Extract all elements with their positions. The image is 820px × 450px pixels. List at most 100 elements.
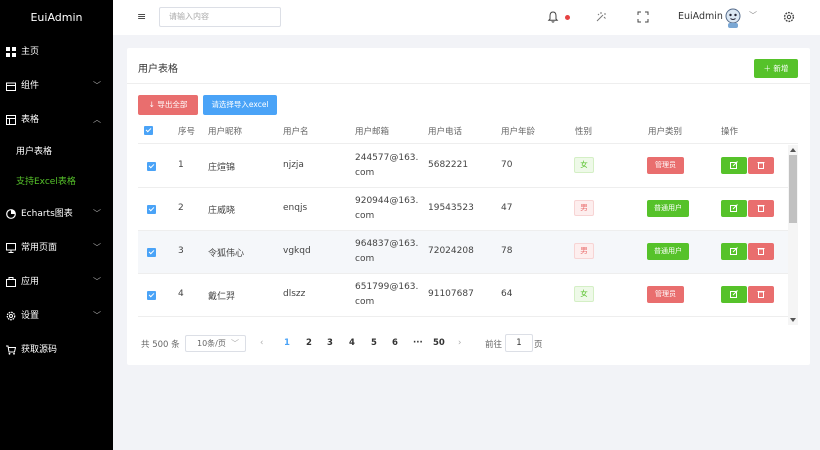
gender-tag: 男 [574,200,594,216]
row-checkbox[interactable] [147,162,156,171]
scroll-thumb[interactable] [789,155,797,223]
bell-icon[interactable] [547,11,559,23]
chevron-down-icon: ﹀ [93,311,101,320]
column-header: 用户类别 [648,127,683,137]
page-2[interactable]: 2 [306,338,312,348]
page-6[interactable]: 6 [392,338,398,348]
sidebar-item-echarts[interactable]: Echarts图表 ﹀ [0,197,113,231]
pagination-total: 共 500 条 [141,340,180,350]
page-4[interactable]: 4 [349,338,355,348]
scroll-up-icon[interactable] [790,148,796,152]
edit-button[interactable] [721,200,747,217]
divider [127,83,810,84]
sidebar-subitem-user-table[interactable]: 用户表格 [0,137,113,167]
edit-button[interactable] [721,243,747,260]
fullscreen-icon[interactable] [637,11,649,23]
sidebar-item-label: 主页 [21,47,40,57]
sidebar-item-tables[interactable]: 表格 ︿ [0,103,113,137]
table-row[interactable]: 2 庄威晓 enqjs 920944@163.com 19543523 47 男… [138,188,788,231]
sidebar-item-settings[interactable]: 设置 ﹀ [0,299,113,333]
search-input[interactable]: 请输入内容 [159,7,281,27]
sidebar-item-home[interactable]: 主页 [0,35,113,69]
row-checkbox[interactable] [147,205,156,214]
cell-age: 70 [501,160,513,170]
sidebar-item-label: 组件 [21,81,40,91]
cell-no: 1 [178,160,184,170]
cell-age: 78 [501,246,513,256]
sidebar: EuiAdmin 主页 组件 ﹀ 表格 ︿ 用户表格 支持Excel表格 Ech… [0,0,113,450]
hamburger-icon[interactable]: ≡ [137,10,146,23]
chevron-down-icon: ﹀ [93,277,101,286]
page-5[interactable]: 5 [371,338,377,348]
sidebar-item-label: 获取源码 [21,345,58,355]
column-header: 用户电话 [428,127,463,137]
notification-dot [565,15,570,20]
delete-button[interactable] [748,200,774,217]
user-type-button[interactable]: 普通用户 [647,200,689,217]
column-header: 操作 [721,127,739,137]
gear-icon[interactable] [783,11,795,23]
avatar[interactable] [724,7,742,29]
delete-button[interactable] [748,157,774,174]
edit-button[interactable] [721,286,747,303]
chevron-down-icon[interactable]: ﹀ [749,10,757,21]
prev-page-icon[interactable]: ‹ [260,338,263,348]
app-icon [6,277,16,287]
table-row[interactable]: 4 戴仁羿 dlszz 651799@163.com 91107687 64 女… [138,274,788,317]
cell-username: enqjs [283,203,308,213]
user-type-button[interactable]: 管理员 [647,286,684,303]
sidebar-item-apps[interactable]: 应用 ﹀ [0,265,113,299]
row-checkbox[interactable] [147,248,156,257]
page-ellipsis[interactable]: ··· [413,338,423,348]
export-all-button[interactable]: ↓ 导出全部 [138,95,198,115]
gender-tag: 女 [574,157,594,173]
theme-icon[interactable] [595,11,607,23]
import-excel-button[interactable]: 请选择导入excel [203,95,277,115]
cell-phone: 91107687 [428,289,474,299]
trash-icon [757,291,765,298]
cell-username: njzja [283,160,304,170]
cell-age: 64 [501,289,513,299]
cell-phone: 19543523 [428,203,474,213]
user-table-card: 用户表格 ＋ 新增 ↓ 导出全部 请选择导入excel 序号 用户昵称 用户名 … [127,48,810,365]
table-row[interactable]: 3 令狐伟心 vgkqd 964837@163.com 72024208 78 … [138,231,788,274]
edit-icon [730,290,738,298]
scroll-down-icon[interactable] [790,318,796,322]
table-icon [6,115,16,125]
sidebar-subitem-excel-table[interactable]: 支持Excel表格 [0,167,113,197]
next-page-icon[interactable]: › [458,338,461,348]
row-checkbox[interactable] [147,291,156,300]
sidebar-item-source[interactable]: 获取源码 [0,333,113,367]
goto-page-input[interactable]: 1 [505,334,533,352]
top-header: ≡ 请输入内容 EuiAdmin ﹀ [113,0,820,35]
table-row[interactable]: 1 庄煊锦 njzja 244577@163.com 5682221 70 女 … [138,145,788,188]
column-header: 序号 [178,127,196,137]
table-scrollbar[interactable] [788,145,798,325]
trash-icon [757,248,765,255]
cell-phone: 72024208 [428,246,474,256]
sidebar-item-label: 常用页面 [21,243,58,253]
cart-icon [6,345,16,355]
page-50[interactable]: 50 [433,338,445,348]
user-type-button[interactable]: 普通用户 [647,243,689,260]
page-3[interactable]: 3 [327,338,333,348]
cell-nickname: 庄威晓 [208,206,236,216]
sidebar-item-label: 设置 [21,311,40,321]
page-1[interactable]: 1 [284,338,290,348]
table-body: 1 庄煊锦 njzja 244577@163.com 5682221 70 女 … [138,145,788,325]
user-name[interactable]: EuiAdmin [678,11,723,22]
sidebar-item-pages[interactable]: 常用页面 ﹀ [0,231,113,265]
cell-email: 244577@163.com [355,153,419,178]
cell-email: 651799@163.com [355,282,419,307]
gender-tag: 男 [574,243,594,259]
select-all-checkbox[interactable] [144,126,153,135]
user-type-button[interactable]: 管理员 [647,157,684,174]
delete-button[interactable] [748,286,774,303]
delete-button[interactable] [748,243,774,260]
grid-icon [6,47,16,57]
add-button[interactable]: ＋ 新增 [754,59,798,78]
edit-button[interactable] [721,157,747,174]
edit-icon [730,204,738,212]
page-size-select[interactable]: 10条/页 ﹀ [185,335,246,352]
sidebar-item-components[interactable]: 组件 ﹀ [0,69,113,103]
